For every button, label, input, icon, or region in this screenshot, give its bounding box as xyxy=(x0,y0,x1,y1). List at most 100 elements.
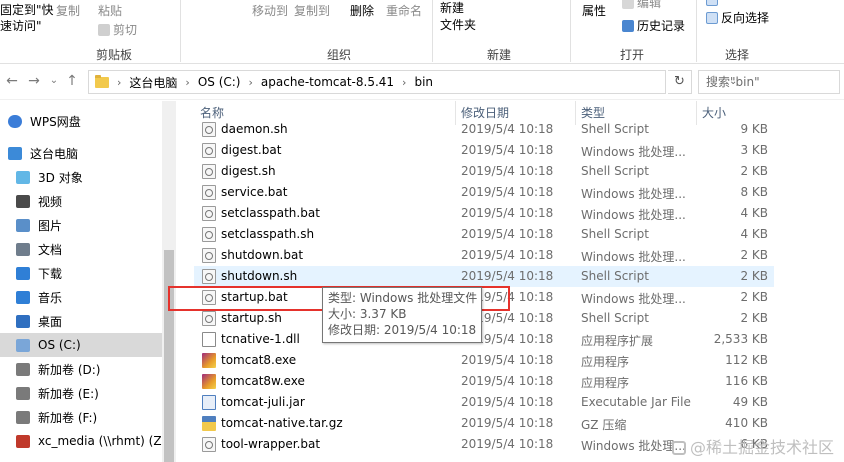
file-gear-icon xyxy=(202,122,216,137)
file-row[interactable]: tomcat-native.tar.gz 2019/5/4 10:18 GZ 压缩 4… xyxy=(194,413,774,434)
file-row[interactable]: daemon.sh 2019/5/4 10:18 Shell Script 9 KB xyxy=(194,119,774,140)
breadcrumb-item[interactable]: 这台电脑 xyxy=(129,74,177,91)
nav-item-label: xc_media (\\rhmt) (Z:) xyxy=(38,434,171,448)
file-type: Windows 批处理... xyxy=(581,250,686,264)
drive-icon xyxy=(16,362,30,376)
file-row[interactable]: shutdown.bat 2019/5/4 10:18 Windows 批处理...… xyxy=(194,245,774,266)
file-name: shutdown.sh xyxy=(221,269,298,283)
up-arrow-icon[interactable]: ↑ xyxy=(64,73,80,89)
rename-button[interactable]: 重命名 xyxy=(386,2,422,19)
nav-item-this-pc[interactable]: 这台电脑 xyxy=(0,141,162,165)
file-row[interactable]: setclasspath.sh 2019/5/4 10:18 Shell Scrip… xyxy=(194,224,774,245)
file-row[interactable]: digest.bat 2019/5/4 10:18 Windows 批处理... 3 … xyxy=(194,140,774,161)
file-size: 49 KB xyxy=(732,395,768,409)
invert-selection-button[interactable]: 反向选择 xyxy=(706,9,769,26)
file-gear-icon xyxy=(202,248,216,263)
file-type: Windows 批处理... xyxy=(581,439,686,453)
file-row[interactable]: startup.sh 2019/5/4 10:18 Shell Script 2 KB xyxy=(194,308,774,329)
nav-item-3d[interactable]: 3D 对象 xyxy=(0,165,162,189)
breadcrumb-separator-icon: › xyxy=(248,75,253,89)
nav-item-video[interactable]: 视频 xyxy=(0,189,162,213)
file-date: 2019/5/4 10:18 xyxy=(461,269,554,283)
file-row[interactable]: tomcat8.exe 2019/5/4 10:18 应用程序 112 KB xyxy=(194,350,774,371)
breadcrumb[interactable]: › 这台电脑 › OS (C:) › apache-tomcat-8.5.41 … xyxy=(88,70,737,94)
file-name: tool-wrapper.bat xyxy=(221,437,321,451)
cut-button[interactable]: 剪切 xyxy=(98,21,137,38)
file-dll-icon xyxy=(202,332,216,347)
file-name: service.bat xyxy=(221,185,288,199)
file-row[interactable]: digest.sh 2019/5/4 10:18 Shell Script 2 KB xyxy=(194,161,774,182)
nav-item-desktop[interactable]: 桌面 xyxy=(0,309,162,333)
file-size: 112 KB xyxy=(725,353,768,367)
nav-item-documents[interactable]: 文档 xyxy=(0,237,162,261)
forward-arrow-icon[interactable]: → xyxy=(26,73,42,89)
nav-item-music[interactable]: 音乐 xyxy=(0,285,162,309)
nav-item-label: 这台电脑 xyxy=(30,146,79,161)
file-row[interactable]: shutdown.sh 2019/5/4 10:18 Shell Script 2 K… xyxy=(194,266,774,287)
breadcrumb-item[interactable]: apache-tomcat-8.5.41 xyxy=(261,75,394,89)
watermark: @稀土掘金技术社区 xyxy=(672,434,834,458)
history-label: 历史记录 xyxy=(637,19,686,33)
properties-button[interactable]: 属性 xyxy=(582,2,606,19)
nav-item-drive-d[interactable]: 新加卷 (D:) xyxy=(0,357,162,381)
file-gear-icon xyxy=(202,311,216,326)
file-row[interactable]: tomcat8w.exe 2019/5/4 10:18 应用程序 116 KB xyxy=(194,371,774,392)
file-name: startup.sh xyxy=(221,311,282,325)
drive-icon xyxy=(16,386,30,400)
nav-item-label: OS (C:) xyxy=(38,338,81,352)
ribbon-divider xyxy=(570,0,571,62)
ribbon-divider xyxy=(180,0,181,62)
file-name: tomcat-juli.jar xyxy=(221,395,305,409)
nav-item-pictures[interactable]: 图片 xyxy=(0,213,162,237)
breadcrumb-item[interactable]: bin xyxy=(414,75,433,89)
file-row[interactable]: tomcat-juli.jar 2019/5/4 10:18 Executable … xyxy=(194,392,774,413)
ribbon-divider xyxy=(696,0,697,62)
tooltip-date: 修改日期: 2019/5/4 10:18 xyxy=(328,323,477,337)
nav-item-label: 3D 对象 xyxy=(38,170,83,185)
nav-item-drive-f[interactable]: 新加卷 (F:) xyxy=(0,405,162,429)
nav-scrollbar-thumb[interactable] xyxy=(164,250,174,462)
copy-to-button[interactable]: 复制到 xyxy=(294,2,330,19)
file-size: 9 KB xyxy=(740,122,768,136)
file-name: setclasspath.sh xyxy=(221,227,315,241)
file-type: Windows 批处理... xyxy=(581,145,686,159)
edit-button[interactable]: 编辑 xyxy=(622,0,661,11)
file-row[interactable]: tcnative-1.dll 2019/5/4 10:18 应用程序扩展 2,533 … xyxy=(194,329,774,350)
file-type: Shell Script xyxy=(581,311,649,325)
file-name: tomcat8.exe xyxy=(221,353,297,367)
file-name: tomcat-native.tar.gz xyxy=(221,416,343,430)
move-to-button[interactable]: 移动到 xyxy=(252,2,288,19)
nav-item-drive-e[interactable]: 新加卷 (E:) xyxy=(0,381,162,405)
computer-icon xyxy=(8,146,22,160)
file-zip-icon xyxy=(202,416,216,431)
select-all-button[interactable] xyxy=(706,0,721,6)
pin-quick-access-button[interactable]: 固定到"快 速访问" xyxy=(0,2,60,34)
nav-item-drive-z[interactable]: xc_media (\\rhmt) (Z:) xyxy=(0,429,170,453)
paste-button[interactable]: 粘贴 xyxy=(98,2,122,19)
file-row[interactable]: setclasspath.bat 2019/5/4 10:18 Windows 批处… xyxy=(194,203,774,224)
history-button[interactable]: 历史记录 xyxy=(622,17,685,34)
nav-item-downloads[interactable]: 下载 xyxy=(0,261,162,285)
file-date: 2019/5/4 10:18 xyxy=(461,437,554,451)
download-icon xyxy=(16,266,30,280)
breadcrumb-item[interactable]: OS (C:) xyxy=(198,75,241,89)
recent-chevron-down-icon[interactable]: ⌄ xyxy=(46,75,62,86)
nav-item-drive-c[interactable]: OS (C:) xyxy=(0,333,162,357)
nav-item-label: 新加卷 (E:) xyxy=(38,386,99,401)
back-arrow-icon[interactable]: ← xyxy=(4,73,20,89)
nav-item-label: 新加卷 (F:) xyxy=(38,410,98,425)
nav-item-label: 图片 xyxy=(38,218,63,233)
file-size: 2 KB xyxy=(740,290,768,304)
refresh-icon[interactable]: ↻ xyxy=(668,70,692,94)
nav-item-label: 桌面 xyxy=(38,314,63,329)
nav-item-wps[interactable]: WPS网盘 xyxy=(0,109,162,133)
ribbon-divider xyxy=(432,0,433,62)
new-folder-button[interactable]: 新建 文件夹 xyxy=(440,0,476,34)
file-date: 2019/5/4 10:18 xyxy=(461,395,554,409)
nav-item-label: 文档 xyxy=(38,242,63,257)
search-input[interactable]: 搜索"bin" xyxy=(698,70,840,94)
file-row[interactable]: service.bat 2019/5/4 10:18 Windows 批处理... 8… xyxy=(194,182,774,203)
breadcrumb-separator-icon: › xyxy=(185,75,190,89)
delete-button[interactable]: 删除 xyxy=(350,2,374,19)
copy-button[interactable]: 复制 xyxy=(56,2,80,19)
